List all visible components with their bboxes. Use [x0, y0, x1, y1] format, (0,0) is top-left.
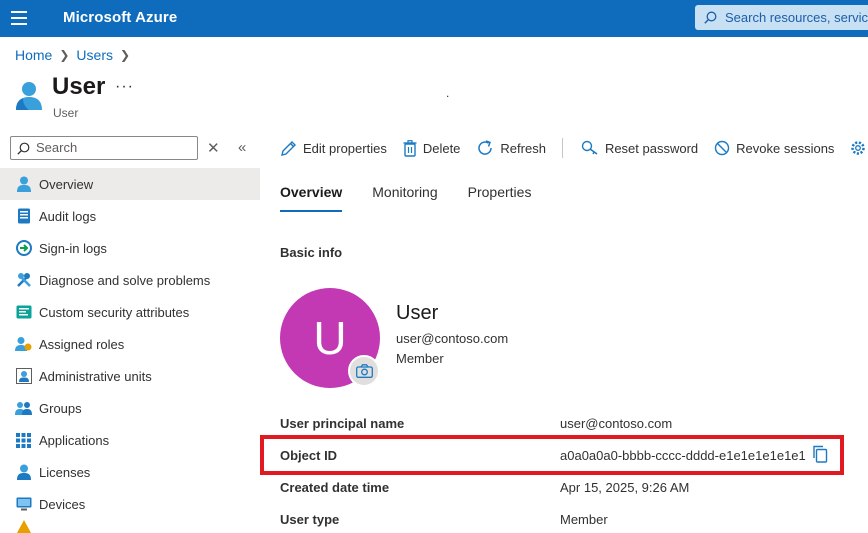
- stray-dot: .: [446, 86, 450, 100]
- global-search-placeholder: Search resources, services: [725, 10, 868, 25]
- block-icon: [714, 140, 730, 156]
- profile-member-type: Member: [396, 351, 444, 366]
- attributes-icon: [15, 304, 32, 321]
- user-icon: [15, 176, 32, 193]
- nav-item-label: Diagnose and solve problems: [39, 272, 211, 288]
- basic-info-heading: Basic info: [280, 245, 343, 260]
- nav-item-sign-in-logs[interactable]: Sign-in logs: [0, 232, 260, 264]
- sign-in-icon: [15, 240, 32, 257]
- object-id-highlight: [260, 435, 844, 475]
- collapse-nav-icon[interactable]: «: [238, 139, 246, 156]
- hamburger-menu-icon[interactable]: [11, 11, 27, 25]
- groups-icon: [15, 400, 32, 417]
- command-bar: Edit properties Delete Refresh Reset pas…: [280, 135, 868, 161]
- reset-password-button[interactable]: Reset password: [581, 140, 698, 157]
- breadcrumb: Home ❯ Users ❯: [15, 47, 137, 63]
- nav-item-overview[interactable]: Overview: [0, 168, 260, 200]
- admin-units-icon: [15, 368, 32, 385]
- chevron-right-icon: ❯: [59, 48, 70, 62]
- property-label: Created date time: [280, 480, 390, 495]
- nav-search-placeholder: Search: [36, 140, 78, 155]
- nav-item-admin-units[interactable]: Administrative units: [0, 360, 260, 392]
- nav-item-label: Applications: [39, 432, 110, 448]
- audit-log-icon: [15, 208, 32, 225]
- refresh-button[interactable]: Refresh: [476, 139, 546, 157]
- profile-email: user@contoso.com: [396, 331, 509, 346]
- property-value: user@contoso.com: [560, 416, 673, 431]
- nav-item-devices[interactable]: Devices: [0, 488, 260, 520]
- property-row-created: Created date time Apr 15, 2025, 9:26 AM: [280, 480, 860, 502]
- nav-item-assigned-roles[interactable]: Assigned roles: [0, 328, 260, 360]
- nav-search-input[interactable]: Search: [10, 136, 198, 160]
- refresh-icon: [476, 139, 494, 157]
- nav-item-groups[interactable]: Groups: [0, 392, 260, 424]
- nav-item-label: Groups: [39, 400, 82, 416]
- revoke-sessions-label: Revoke sessions: [736, 140, 835, 156]
- camera-icon: [355, 364, 373, 378]
- tab-bar: Overview Monitoring Properties: [280, 184, 561, 212]
- tab-monitoring[interactable]: Monitoring: [372, 184, 437, 212]
- trash-icon: [403, 139, 417, 157]
- tab-overview[interactable]: Overview: [280, 184, 343, 212]
- nav-item-label: Devices: [39, 496, 86, 512]
- page-title: User: [52, 73, 106, 100]
- more-options-icon[interactable]: ···: [115, 78, 134, 96]
- global-search-input[interactable]: Search resources, services: [695, 5, 868, 30]
- close-icon[interactable]: ✕: [207, 139, 220, 157]
- top-bar: Microsoft Azure Search resources, servic…: [0, 0, 868, 37]
- nav-item-audit-logs[interactable]: Audit logs: [0, 200, 260, 232]
- key-search-icon: [581, 140, 599, 157]
- change-photo-button[interactable]: [348, 355, 380, 387]
- search-icon: [17, 142, 30, 155]
- page-subtitle: User: [53, 106, 79, 120]
- property-label: User type: [280, 512, 340, 527]
- wrench-icon: [15, 272, 32, 289]
- profile-name: User: [396, 302, 439, 324]
- portal-brand[interactable]: Microsoft Azure: [63, 9, 177, 26]
- nav-item-diagnose[interactable]: Diagnose and solve problems: [0, 264, 260, 296]
- nav-item-label: Administrative units: [39, 368, 152, 384]
- nav-item-label: Assigned roles: [39, 336, 125, 352]
- roles-icon: [15, 336, 32, 353]
- refresh-label: Refresh: [500, 140, 546, 156]
- revoke-sessions-button[interactable]: Revoke sessions: [714, 140, 834, 156]
- nav-item-licenses[interactable]: Licenses: [0, 456, 260, 488]
- breadcrumb-home[interactable]: Home: [15, 47, 52, 63]
- nav-item-partial[interactable]: [0, 520, 260, 533]
- chevron-right-icon: ❯: [119, 48, 131, 62]
- device-icon: [15, 496, 32, 513]
- nav-item-label: Licenses: [39, 464, 91, 480]
- pencil-icon: [280, 140, 297, 157]
- left-nav: Overview Audit logs Sign-in logs Diagnos…: [0, 168, 260, 533]
- nav-item-custom-security[interactable]: Custom security attributes: [0, 296, 260, 328]
- property-label: User principal name: [280, 416, 405, 431]
- delete-button[interactable]: Delete: [403, 139, 461, 157]
- nav-item-applications[interactable]: Applications: [0, 424, 260, 456]
- gear-icon: [850, 140, 866, 156]
- search-icon: [704, 11, 717, 24]
- user-icon: [16, 82, 42, 110]
- apps-grid-icon: [15, 432, 32, 449]
- nav-item-label: Sign-in logs: [39, 240, 107, 256]
- property-value: Apr 15, 2025, 9:26 AM: [560, 480, 690, 495]
- breadcrumb-users[interactable]: Users: [76, 47, 113, 63]
- lock-icon: [15, 520, 32, 533]
- nav-item-label: Overview: [39, 176, 94, 192]
- delete-label: Delete: [422, 140, 461, 156]
- nav-item-label: Audit logs: [39, 208, 97, 224]
- toolbar-divider: [561, 138, 563, 158]
- edit-properties-label: Edit properties: [303, 140, 387, 156]
- property-value: Member: [560, 512, 608, 527]
- license-icon: [15, 464, 32, 481]
- edit-properties-button[interactable]: Edit properties: [280, 140, 387, 157]
- reset-password-label: Reset password: [604, 140, 699, 156]
- tab-properties[interactable]: Properties: [468, 184, 532, 212]
- property-row-user-type: User type Member: [280, 512, 860, 533]
- settings-button[interactable]: [850, 140, 868, 156]
- nav-item-label: Custom security attributes: [39, 304, 190, 320]
